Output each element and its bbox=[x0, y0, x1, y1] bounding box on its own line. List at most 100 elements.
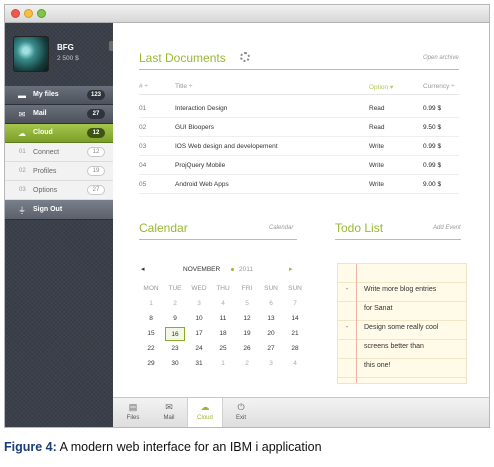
row-title: IOS Web design and developement bbox=[175, 143, 278, 150]
row-number: 02 bbox=[139, 124, 147, 131]
open-archive-link[interactable]: Open archive bbox=[423, 55, 459, 61]
calendar-day[interactable]: 22 bbox=[141, 342, 161, 356]
previous-month-button[interactable]: ◂ bbox=[141, 265, 145, 273]
calendar-day[interactable]: 27 bbox=[261, 342, 281, 356]
todo-line: for Sanat bbox=[364, 305, 393, 312]
calendar-day[interactable]: 18 bbox=[213, 327, 233, 341]
mail-icon: ✉ bbox=[18, 110, 26, 119]
count-badge: 12 bbox=[87, 147, 105, 157]
calendar-day[interactable]: 8 bbox=[141, 312, 161, 326]
column-header-title[interactable]: Title ÷ bbox=[175, 83, 192, 90]
calendar-day-selected[interactable]: 16 bbox=[165, 327, 185, 341]
calendar-link[interactable]: Calendar bbox=[269, 225, 293, 231]
count-badge: 12 bbox=[87, 128, 105, 138]
calendar-day[interactable]: 14 bbox=[285, 312, 305, 326]
row-title: ProjQuery Mobile bbox=[175, 162, 226, 169]
row-price: 9.00 $ bbox=[423, 181, 442, 188]
sidebar-menu: ▬ My files 123 ✉ Mail 27 ☁ Cloud 12 01 C… bbox=[5, 86, 113, 220]
section-divider bbox=[139, 69, 459, 70]
calendar-day[interactable]: 9 bbox=[165, 312, 185, 326]
calendar-day[interactable]: 6 bbox=[261, 297, 281, 311]
app-window: BFG 2 500 $ ▬ My files 123 ✉ Mail 27 ☁ C… bbox=[4, 4, 490, 428]
sidebar-item-my-files[interactable]: ▬ My files 123 bbox=[5, 86, 113, 105]
tab-label: Mail bbox=[163, 415, 175, 421]
calendar-day[interactable]: 26 bbox=[237, 342, 257, 356]
row-price: 0.99 $ bbox=[423, 162, 442, 169]
sidebar-item-cloud[interactable]: ☁ Cloud 12 bbox=[5, 124, 113, 143]
user-profile: BFG 2 500 $ bbox=[5, 23, 113, 83]
calendar-day[interactable]: 10 bbox=[189, 312, 209, 326]
subitem-label: Options bbox=[33, 187, 58, 194]
close-window-button[interactable] bbox=[11, 9, 20, 18]
calendar-day[interactable]: 4 bbox=[213, 297, 233, 311]
section-divider bbox=[335, 239, 461, 240]
table-row[interactable]: 05 Android Web Apps Write 9.00 $ bbox=[139, 175, 459, 194]
table-row[interactable]: 03 IOS Web design and developement Write… bbox=[139, 137, 459, 156]
cloud-submenu: 01 Connect 12 02 Profiles 19 03 Options … bbox=[5, 143, 113, 200]
cloud-icon: ☁ bbox=[18, 129, 26, 138]
calendar-day[interactable]: 2 bbox=[237, 357, 257, 371]
weekday-header: THU bbox=[216, 285, 230, 292]
sidebar-subitem-connect[interactable]: 01 Connect 12 bbox=[5, 143, 113, 162]
zoom-window-button[interactable] bbox=[37, 9, 46, 18]
tab-exit[interactable]: ⏻ Exit bbox=[223, 398, 259, 427]
todo-notepad[interactable]: Write more blog entries for Sanat Design s… bbox=[337, 263, 467, 384]
sidebar-subitem-profiles[interactable]: 02 Profiles 19 bbox=[5, 162, 113, 181]
calendar-day[interactable]: 3 bbox=[189, 297, 209, 311]
table-row[interactable]: 02 GUI Bloopers Read 9.50 $ bbox=[139, 118, 459, 137]
plug-icon: ⏻ bbox=[237, 402, 245, 412]
calendar-day[interactable]: 7 bbox=[285, 297, 305, 311]
calendar-title: Calendar bbox=[139, 221, 188, 235]
todo-title: Todo List bbox=[335, 221, 384, 235]
table-row[interactable]: 01 Interaction Design Read 0.99 $ bbox=[139, 99, 459, 118]
calendar-day[interactable]: 11 bbox=[213, 312, 233, 326]
calendar-day[interactable]: 4 bbox=[285, 357, 305, 371]
weekday-header: MON bbox=[143, 285, 159, 292]
calendar-day[interactable]: 17 bbox=[189, 327, 209, 341]
next-month-button[interactable]: ▸ bbox=[289, 265, 293, 273]
calendar-day[interactable]: 23 bbox=[165, 342, 185, 356]
calendar-day[interactable]: 24 bbox=[189, 342, 209, 356]
calendar-day[interactable]: 25 bbox=[213, 342, 233, 356]
plug-icon: ⏚ bbox=[18, 206, 26, 215]
row-option: Write bbox=[369, 181, 385, 188]
sidebar-item-mail[interactable]: ✉ Mail 27 bbox=[5, 105, 113, 124]
calendar-day[interactable]: 2 bbox=[165, 297, 185, 311]
figure-text: A modern web interface for an IBM i appl… bbox=[59, 440, 322, 454]
avatar[interactable] bbox=[13, 36, 49, 72]
calendar-day[interactable]: 28 bbox=[285, 342, 305, 356]
add-event-link[interactable]: Add Event bbox=[433, 225, 461, 231]
column-header-currency[interactable]: Currency ÷ bbox=[423, 83, 455, 90]
calendar-day[interactable]: 3 bbox=[261, 357, 281, 371]
calendar-day[interactable]: 12 bbox=[237, 312, 257, 326]
sign-out-button[interactable]: ⏚ Sign Out bbox=[5, 200, 113, 220]
tab-files[interactable]: ▤ Files bbox=[115, 398, 151, 427]
row-price: 9.50 $ bbox=[423, 124, 442, 131]
calendar-day[interactable]: 21 bbox=[285, 327, 305, 341]
calendar-day[interactable]: 20 bbox=[261, 327, 281, 341]
calendar-day[interactable]: 1 bbox=[141, 297, 161, 311]
calendar-day[interactable]: 31 bbox=[189, 357, 209, 371]
calendar-day[interactable]: 15 bbox=[141, 327, 161, 341]
calendar-day[interactable]: 1 bbox=[213, 357, 233, 371]
column-header-option[interactable]: Option ▾ bbox=[369, 83, 393, 91]
row-number: 03 bbox=[139, 143, 147, 150]
count-badge: 19 bbox=[87, 166, 105, 176]
sidebar-item-label: Mail bbox=[33, 110, 47, 117]
subitem-number: 01 bbox=[19, 149, 26, 155]
row-option: Write bbox=[369, 162, 385, 169]
tab-mail[interactable]: ✉ Mail bbox=[151, 398, 187, 427]
minimize-window-button[interactable] bbox=[24, 9, 33, 18]
count-badge: 123 bbox=[87, 90, 105, 100]
tab-cloud[interactable]: ☁ Cloud bbox=[187, 398, 223, 427]
calendar-day[interactable]: 29 bbox=[141, 357, 161, 371]
calendar-day[interactable]: 30 bbox=[165, 357, 185, 371]
calendar-day[interactable]: 19 bbox=[237, 327, 257, 341]
column-header-number[interactable]: # ÷ bbox=[139, 83, 148, 90]
table-row[interactable]: 04 ProjQuery Mobile Write 0.99 $ bbox=[139, 156, 459, 175]
month-separator-dot bbox=[231, 268, 234, 271]
calendar-day[interactable]: 5 bbox=[237, 297, 257, 311]
sidebar-subitem-options[interactable]: 03 Options 27 bbox=[5, 181, 113, 200]
subitem-label: Profiles bbox=[33, 168, 57, 175]
calendar-day[interactable]: 13 bbox=[261, 312, 281, 326]
